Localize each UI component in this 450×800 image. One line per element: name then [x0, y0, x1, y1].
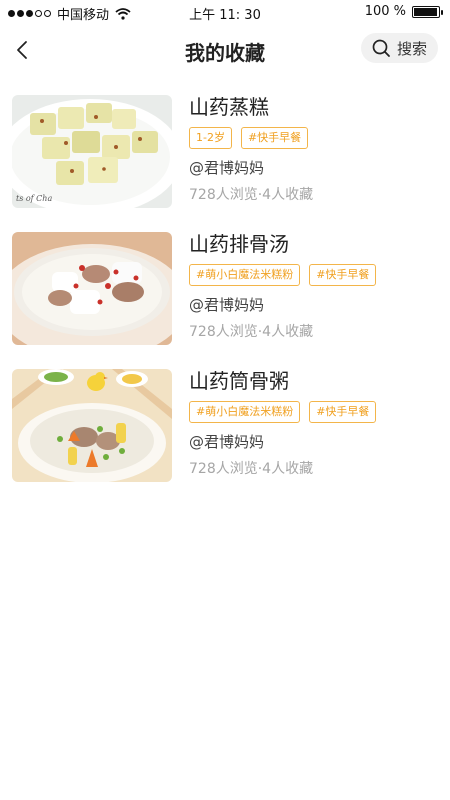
- recipe-stats: 728人浏览·4人收藏: [189, 187, 314, 203]
- recipe-stats: 728人浏览·4人收藏: [189, 461, 314, 477]
- battery-text: 100 %: [364, 4, 406, 19]
- recipe-card[interactable]: 山药筒骨粥 #萌小白魔法米糕粉 #快手早餐 @君博妈妈 728人浏览·4人收藏: [0, 369, 450, 482]
- recipe-tag[interactable]: #快手早餐: [309, 401, 377, 423]
- battery-fill: [414, 7, 437, 16]
- svg-text:ts of Cha: ts of Cha: [16, 194, 52, 203]
- battery-icon: [412, 5, 443, 18]
- recipe-tag[interactable]: #萌小白魔法米糕粉: [189, 401, 301, 423]
- recipe-tags: 1-2岁 #快手早餐: [189, 127, 438, 149]
- recipe-name: 山药蒸糕: [189, 95, 269, 119]
- recipe-thumbnail: [12, 369, 172, 482]
- recipe-card[interactable]: ts of Cha 山药蒸糕 1-2岁 #快手早餐 @君博妈妈 728人浏览·4…: [0, 95, 450, 208]
- recipe-tags: #萌小白魔法米糕粉 #快手早餐: [189, 401, 438, 423]
- recipe-card[interactable]: 山药排骨汤 #萌小白魔法米糕粉 #快手早餐 @君博妈妈 728人浏览·4人收藏: [0, 232, 450, 345]
- search-button[interactable]: 搜索: [361, 33, 438, 63]
- recipe-name: 山药筒骨粥: [189, 369, 289, 393]
- favorites-list: ts of Cha 山药蒸糕 1-2岁 #快手早餐 @君博妈妈 728人浏览·4…: [0, 95, 450, 506]
- recipe-stats: 728人浏览·4人收藏: [189, 324, 314, 340]
- recipe-name: 山药排骨汤: [189, 232, 289, 256]
- search-icon: [372, 39, 390, 57]
- recipe-thumbnail: ts of Cha: [12, 95, 172, 208]
- rib-soup-image: [12, 232, 172, 345]
- recipe-author[interactable]: @君博妈妈: [189, 433, 438, 451]
- recipe-info: 山药排骨汤 #萌小白魔法米糕粉 #快手早餐 @君博妈妈 728人浏览·4人收藏: [189, 232, 438, 341]
- recipe-tag[interactable]: #快手早餐: [309, 264, 377, 286]
- recipe-author[interactable]: @君博妈妈: [189, 296, 438, 314]
- steamed-cake-image: ts of Cha: [12, 95, 172, 208]
- recipe-tag[interactable]: #快手早餐: [240, 127, 309, 149]
- recipe-tag[interactable]: #萌小白魔法米糕粉: [189, 264, 301, 286]
- status-bar: 中国移动 上午 11: 30 100 %: [0, 0, 450, 24]
- recipe-tag[interactable]: 1-2岁: [189, 127, 232, 149]
- recipe-tags: #萌小白魔法米糕粉 #快手早餐: [189, 264, 438, 286]
- recipe-thumbnail: [12, 232, 172, 345]
- search-label: 搜索: [396, 39, 427, 58]
- nav-bar: 我的收藏 搜索: [0, 28, 450, 74]
- recipe-author[interactable]: @君博妈妈: [189, 159, 438, 177]
- recipe-info: 山药蒸糕 1-2岁 #快手早餐 @君博妈妈 728人浏览·4人收藏: [189, 95, 438, 204]
- bone-porridge-image: [12, 369, 172, 482]
- status-right: 100 %: [364, 4, 443, 19]
- recipe-info: 山药筒骨粥 #萌小白魔法米糕粉 #快手早餐 @君博妈妈 728人浏览·4人收藏: [189, 369, 438, 478]
